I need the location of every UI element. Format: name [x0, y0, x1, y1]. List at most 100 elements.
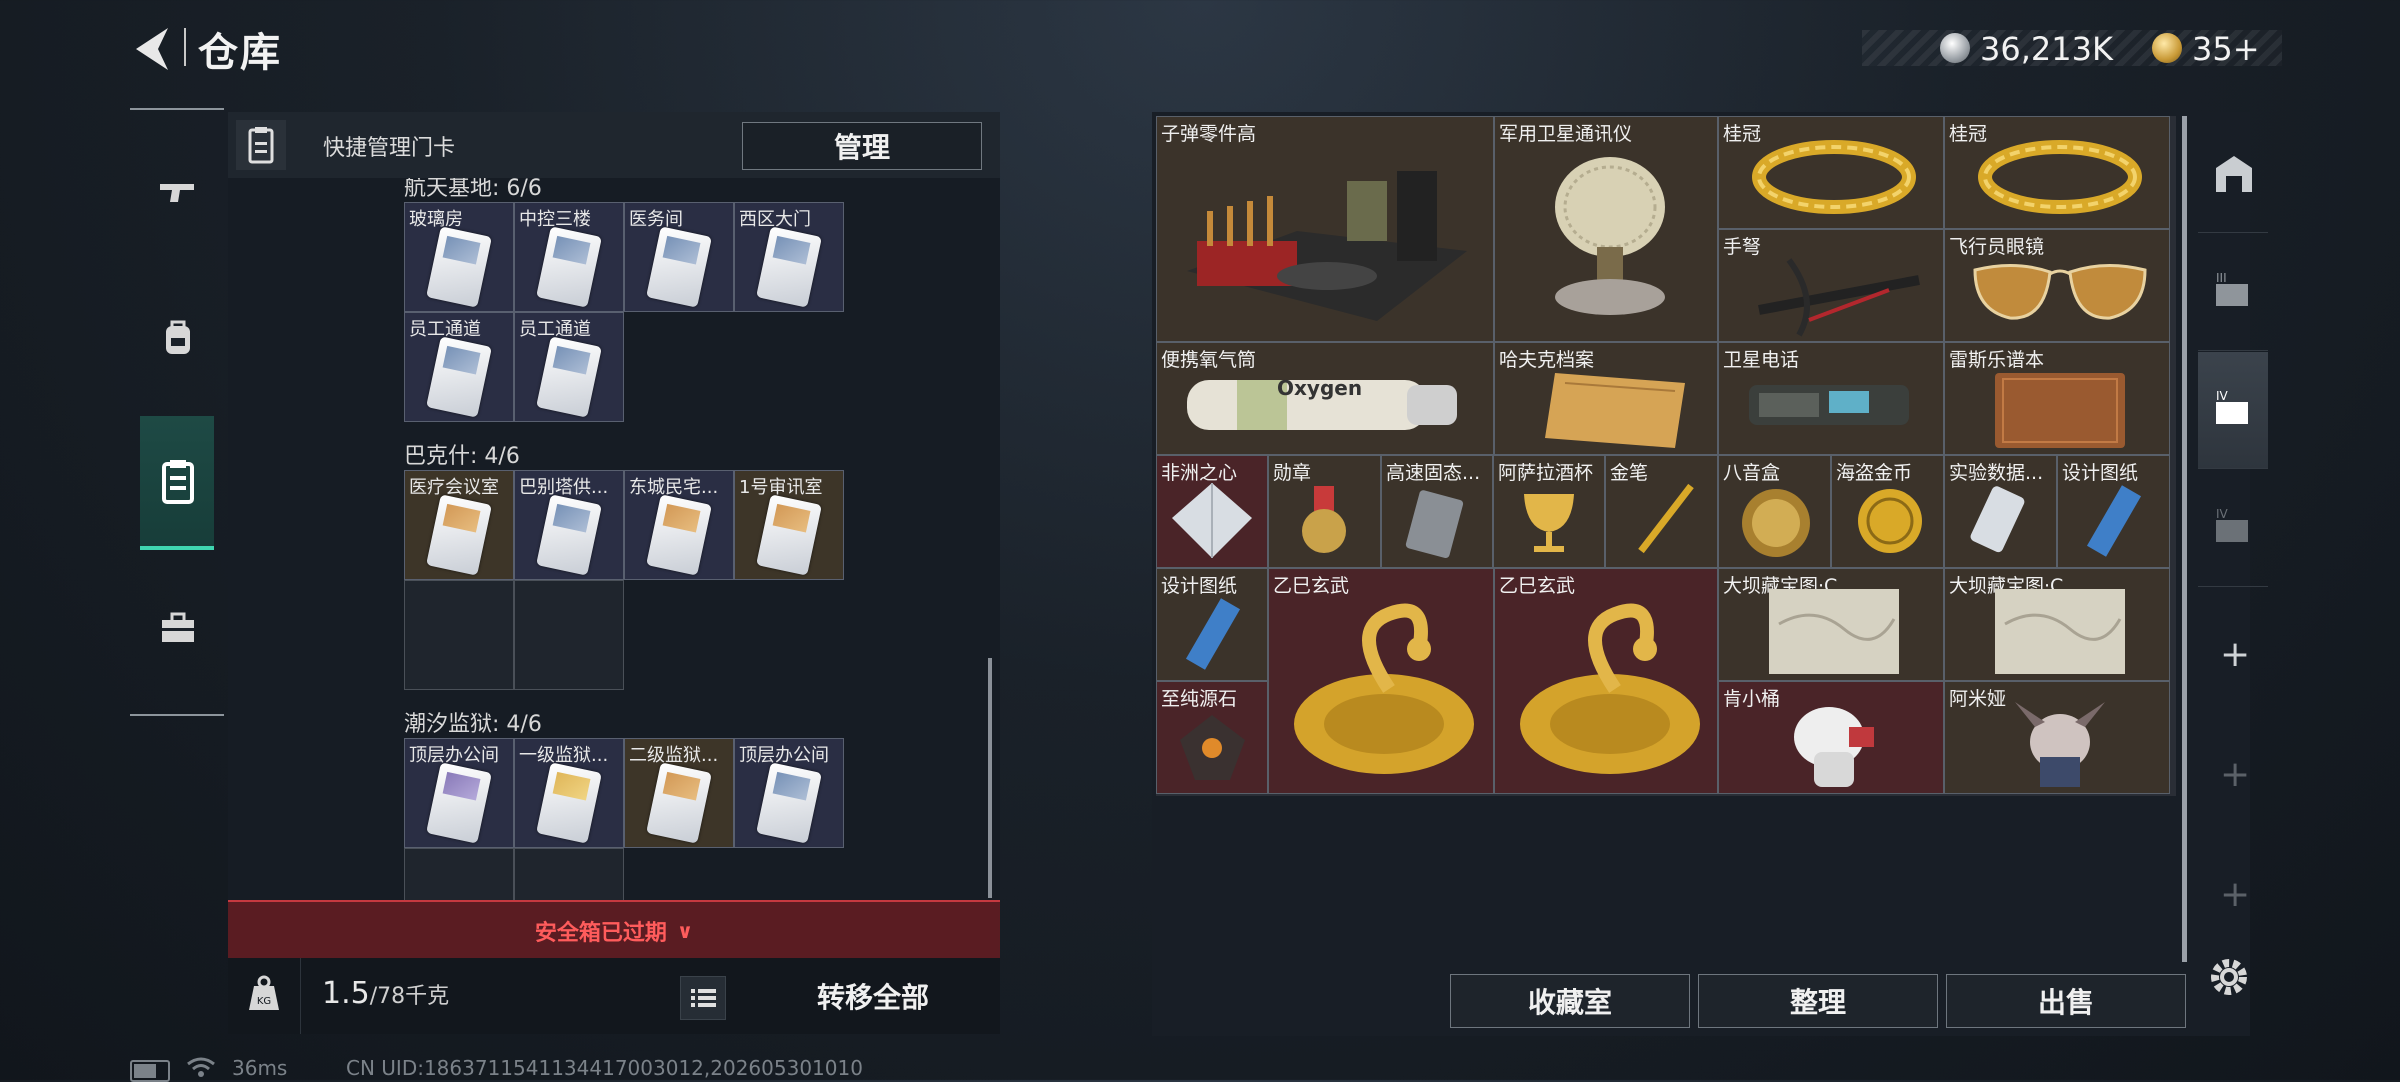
add-tab-button[interactable]: +	[2220, 754, 2250, 795]
item-ammo-parts[interactable]: 子弹零件高	[1156, 116, 1494, 342]
item-gold-pen[interactable]: 金笔	[1605, 455, 1718, 568]
item-oxygen-tank[interactable]: 便携氧气筒 Oxygen	[1156, 342, 1494, 455]
tab-case-4-alt[interactable]: IV	[2198, 470, 2268, 587]
empty-keycard-slot[interactable]	[514, 580, 624, 690]
item-medal[interactable]: 勋章	[1268, 455, 1381, 568]
sort-button[interactable]: 整理	[1698, 974, 1938, 1028]
weight-icon: KG	[246, 974, 282, 1014]
back-button[interactable]	[128, 22, 178, 76]
safe-box-expired-banner[interactable]: 安全箱已过期 ∨	[228, 900, 1000, 960]
keycard-panel: 快捷管理门卡 管理 航天基地: 6/6 玻璃房 中控三楼 医务间 西区大门 员工…	[228, 112, 1000, 1034]
add-tab-button[interactable]: +	[2220, 634, 2250, 675]
nav-equipment[interactable]	[140, 276, 214, 406]
group-title: 航天基地: 6/6	[404, 178, 542, 201]
safe-box-status: 安全箱已过期	[534, 921, 667, 946]
keycard-slot[interactable]: 医务间	[624, 202, 734, 312]
gear-icon[interactable]	[2204, 952, 2254, 1002]
item-design-blueprint[interactable]: 设计图纸	[1156, 568, 1268, 681]
item-amiya[interactable]: 阿米娅	[1944, 681, 2170, 794]
keycard-list[interactable]: 航天基地: 6/6 玻璃房 中控三楼 医务间 西区大门 员工通道 员工通道 巴克…	[228, 178, 1000, 900]
item-experiment-data[interactable]: 实验数据...	[1944, 455, 2057, 568]
item-laurel-crown[interactable]: 桂冠	[1718, 116, 1944, 229]
tab-storage[interactable]	[2198, 116, 2268, 233]
keycard-slot[interactable]: 二级监狱...	[624, 738, 734, 848]
blueprint-image	[2086, 485, 2142, 557]
empty-keycard-slot[interactable]	[514, 848, 624, 900]
music-box-image	[1742, 489, 1810, 557]
add-tab-button[interactable]: +	[2220, 874, 2250, 915]
keycard-slot[interactable]: 顶层办公间	[404, 738, 514, 848]
crossbow-image	[1758, 258, 1920, 337]
keycard-slot[interactable]: 巴别塔供...	[514, 470, 624, 580]
empty-keycard-slot[interactable]	[404, 848, 514, 900]
satellite-device-image	[1555, 157, 1665, 315]
map-image	[1995, 589, 2125, 674]
amiya-figure-image	[2015, 702, 2105, 787]
empty-keycard-slot[interactable]	[404, 580, 514, 690]
group-title: 巴克什: 4/6	[404, 444, 520, 469]
item-military-satellite-device[interactable]: 军用卫星通讯仪	[1494, 116, 1718, 342]
keycard-image	[426, 336, 492, 418]
nav-keycards[interactable]	[140, 416, 214, 550]
transfer-all-button[interactable]: 转移全部	[768, 968, 978, 1024]
weight-readout: 1.5/78千克	[322, 976, 449, 1011]
case-iii-icon: III	[2216, 271, 2248, 306]
keycard-image	[646, 226, 712, 308]
item-crossbow[interactable]: 手弩	[1718, 229, 1944, 342]
item-asara-goblet[interactable]: 阿萨拉酒杯	[1493, 455, 1605, 568]
satellite-phone-image	[1749, 385, 1909, 425]
map-image	[1769, 589, 1899, 674]
item-ken-xiaotong[interactable]: 肯小桶	[1718, 681, 1944, 794]
item-haavk-file[interactable]: 哈夫克档案	[1494, 342, 1718, 455]
item-pirate-gold-coin[interactable]: 海盗金币	[1831, 455, 1944, 568]
nav-cases[interactable]	[140, 566, 214, 696]
chevron-down-icon: ∨	[676, 919, 694, 943]
keycard-slot[interactable]: 医疗会议室	[404, 470, 514, 580]
item-music-box[interactable]: 八音盒	[1718, 455, 1831, 568]
collection-room-button[interactable]: 收藏室	[1450, 974, 1690, 1028]
keycard-image	[426, 494, 492, 576]
item-music-book[interactable]: 雷斯乐谱本	[1944, 342, 2170, 455]
scrollbar[interactable]	[988, 658, 992, 898]
tab-case-3[interactable]: III	[2198, 234, 2268, 351]
keycard-slot[interactable]: 员工通道	[404, 312, 514, 422]
keycard-slot[interactable]: 东城民宅...	[624, 470, 734, 580]
laurel-crown-image	[1752, 140, 1916, 214]
manage-button[interactable]: 管理	[742, 122, 982, 170]
sell-button[interactable]: 出售	[1946, 974, 2186, 1028]
item-xuanwu-statue[interactable]: 乙巳玄武	[1494, 568, 1718, 794]
item-laurel-crown[interactable]: 桂冠	[1944, 116, 2170, 229]
golden-turtle-image	[1520, 603, 1700, 774]
item-heart-of-africa[interactable]: 非洲之心	[1156, 455, 1268, 568]
figure-image	[1794, 707, 1874, 787]
item-satellite-phone[interactable]: 卫星电话	[1718, 342, 1944, 455]
keycard-slot[interactable]: 中控三楼	[514, 202, 624, 312]
scrollbar[interactable]	[2182, 116, 2187, 962]
item-dam-treasure-map[interactable]: 大坝藏宝图·C	[1944, 568, 2170, 681]
item-ssd[interactable]: 高速固态...	[1381, 455, 1493, 568]
item-design-blueprint[interactable]: 设计图纸	[2057, 455, 2170, 568]
keycard-slot[interactable]: 1号审讯室	[734, 470, 844, 580]
currency-value-gold[interactable]: 35+	[2192, 30, 2260, 68]
keycard-slot[interactable]: 员工通道	[514, 312, 624, 422]
keycard-slot[interactable]: 西区大门	[734, 202, 844, 312]
keycard-image	[536, 336, 602, 418]
pen-image	[1638, 483, 1694, 554]
item-aviator-glasses[interactable]: 飞行员眼镜	[1944, 229, 2170, 342]
currency-bar: 36,213K 35+	[1862, 30, 2282, 68]
keycard-slot[interactable]: 顶层办公间	[734, 738, 844, 848]
keycard-slot[interactable]: 一级监狱...	[514, 738, 624, 848]
storage-tabs: III IV IV + + +	[2198, 116, 2268, 976]
keycard-slot[interactable]: 玻璃房	[404, 202, 514, 312]
tab-case-4[interactable]: IV	[2198, 352, 2268, 469]
battery-icon	[130, 1060, 170, 1082]
item-pure-source-stone[interactable]: 至纯源石	[1156, 681, 1268, 794]
divider	[300, 958, 301, 1034]
list-view-button[interactable]	[680, 976, 726, 1020]
title-divider	[184, 28, 186, 66]
nav-weapons[interactable]	[140, 130, 214, 260]
item-xuanwu-statue[interactable]: 乙巳玄武	[1268, 568, 1494, 794]
list-icon	[691, 989, 716, 1007]
goblet-image	[1524, 494, 1574, 552]
item-dam-treasure-map[interactable]: 大坝藏宝图·C	[1718, 568, 1944, 681]
